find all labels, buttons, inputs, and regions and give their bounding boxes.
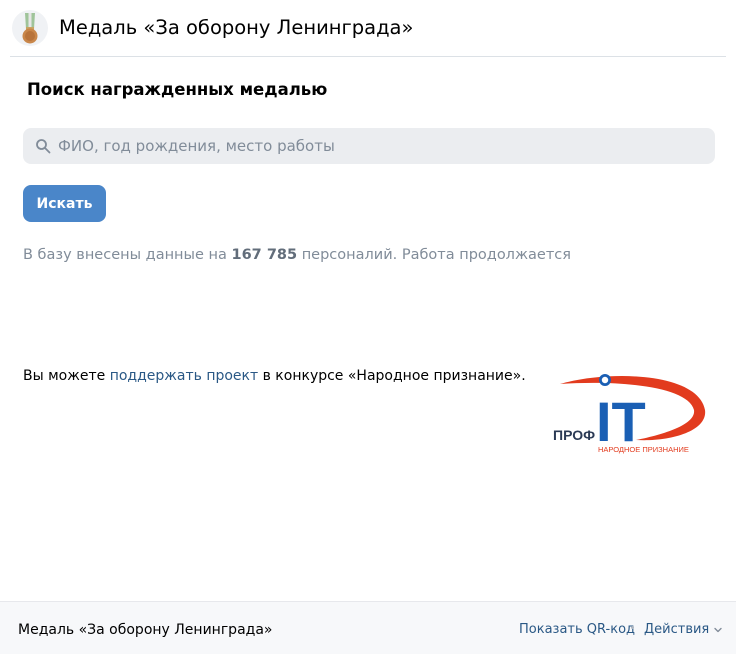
info-prefix: В базу внесены данные на [23, 247, 232, 263]
page-header: Медаль «За оборону Ленинграда» [10, 0, 726, 57]
search-input[interactable] [58, 128, 698, 164]
page-footer: Медаль «За оборону Ленинграда» Показать … [0, 601, 736, 654]
svg-text:IT: IT [596, 390, 646, 453]
support-prefix: Вы можете [23, 368, 110, 384]
actions-label: Действия [644, 622, 710, 637]
search-button[interactable]: Искать [23, 185, 106, 222]
logo-left-text: ПРОФ [553, 427, 595, 443]
search-section-title: Поиск награжденных медалью [27, 80, 328, 99]
persons-count: 167 785 [231, 247, 298, 263]
page-title: Медаль «За оборону Ленинграда» [59, 16, 414, 39]
search-icon [36, 139, 51, 154]
search-bar[interactable] [23, 128, 715, 164]
actions-menu[interactable]: Действия [644, 622, 723, 637]
support-project-link[interactable]: поддержать проект [110, 368, 258, 384]
medal-icon[interactable] [12, 10, 48, 46]
support-text: Вы можете поддержать проект в конкурсе «… [23, 368, 526, 384]
show-qr-code-link[interactable]: Показать QR-код [519, 622, 635, 637]
database-info: В базу внесены данные на 167 785 персона… [23, 247, 571, 263]
footer-title: Медаль «За оборону Ленинграда» [18, 622, 273, 638]
logo-subtitle: НАРОДНОЕ ПРИЗНАНИЕ [598, 445, 689, 454]
support-suffix: в конкурсе «Народное признание». [258, 368, 526, 384]
chevron-down-icon [714, 627, 722, 632]
info-suffix: персоналий. Работа продолжается [297, 247, 571, 263]
separator-dot [631, 626, 634, 629]
prof-it-logo[interactable]: IT ПРОФ НАРОДНОЕ ПРИЗНАНИЕ [548, 370, 710, 458]
